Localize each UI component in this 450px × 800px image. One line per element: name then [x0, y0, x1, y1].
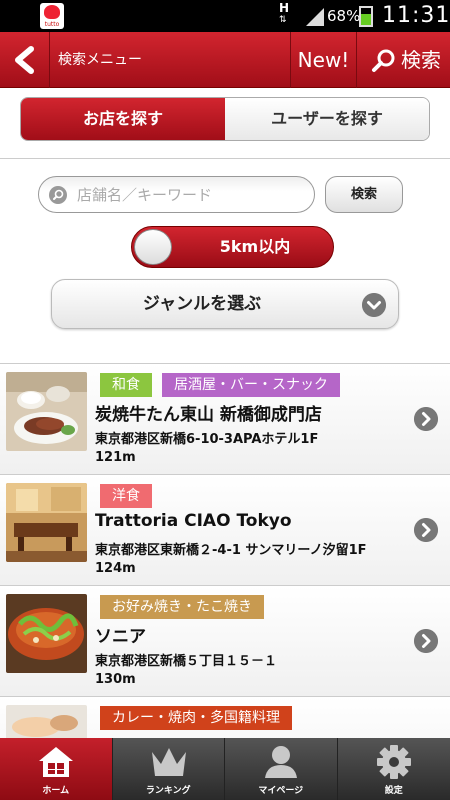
search-type-segmented-control: お店を探す ユーザーを探す [20, 97, 430, 141]
genre-tag: 居酒屋・バー・スナック [162, 373, 340, 397]
shop-name: ソニア [95, 627, 146, 647]
tab-mypage[interactable]: マイページ [225, 738, 338, 800]
header-search-button[interactable]: 検索 [356, 32, 450, 88]
genre-tags: 洋食 [100, 484, 152, 508]
shop-photo [6, 594, 87, 673]
back-button[interactable] [0, 32, 50, 88]
tab-label: ホーム [42, 786, 70, 796]
shop-name: Trattoria CIAO Tokyo [95, 511, 292, 531]
back-arrow-icon [15, 46, 34, 74]
person-icon [265, 746, 297, 778]
tab-home[interactable]: ホーム [0, 738, 113, 800]
search-input[interactable] [77, 181, 307, 209]
distance-label: 5km以内 [219, 237, 291, 256]
genre-select-label: ジャンルを選ぶ [142, 294, 262, 314]
tab-label: ランキング [145, 786, 191, 796]
app-icon-label: tutto [44, 21, 60, 28]
genre-tag: 洋食 [100, 484, 152, 508]
data-transfer-icon: ⇅ [279, 15, 287, 25]
tab-ranking[interactable]: ランキング [112, 738, 225, 800]
genre-tag: お好み焼き・たこ焼き [100, 595, 264, 619]
tab-settings[interactable]: 設定 [337, 738, 450, 800]
shop-address: 東京都港区新橋５丁目１５－１ [95, 654, 278, 669]
genre-select[interactable]: ジャンルを選ぶ [51, 279, 399, 329]
signal-icon [306, 8, 324, 26]
bottom-tab-bar: ホーム ランキング マイページ 設定 [0, 738, 450, 800]
search-icon [49, 186, 67, 204]
result-row[interactable]: 洋食 Trattoria CIAO Tokyo 東京都港区東新橋２-4-1 サン… [0, 475, 450, 586]
shop-name: 炭焼牛たん東山 新橋御成門店 [95, 405, 322, 425]
chevron-right-icon [414, 518, 438, 542]
chevron-right-icon [414, 629, 438, 653]
battery-percent: 68% [327, 7, 361, 25]
shop-distance: 121m [95, 450, 136, 465]
search-submit-button[interactable]: 検索 [325, 176, 403, 213]
shop-distance: 124m [95, 561, 136, 576]
result-row[interactable]: お好み焼き・たこ焼き ソニア 東京都港区新橋５丁目１５－１ 130m [0, 586, 450, 697]
shop-address: 東京都港区東新橋２-4-1 サンマリーノ汐留1F [95, 543, 367, 558]
page-title: 検索メニュー [58, 52, 142, 68]
header-search-label: 検索 [401, 48, 441, 72]
home-icon [39, 747, 73, 777]
tab-find-users[interactable]: ユーザーを探す [225, 98, 429, 140]
battery-icon [359, 6, 373, 27]
search-icon [372, 49, 395, 72]
result-row[interactable]: 和食 居酒屋・バー・スナック 炭焼牛たん東山 新橋御成門店 東京都港区新橋6-1… [0, 364, 450, 475]
genre-tag: カレー・焼肉・多国籍料理 [100, 706, 292, 730]
status-bar: tutto H ⇅ 68% 11:31 [0, 0, 450, 32]
chevron-down-icon [362, 293, 386, 317]
gear-icon [376, 745, 411, 779]
genre-tags: 和食 居酒屋・バー・スナック [100, 373, 340, 397]
genre-tags: カレー・焼肉・多国籍料理 [100, 706, 292, 730]
app-notification-icon: tutto [40, 3, 64, 29]
genre-tags: お好み焼き・たこ焼き [100, 595, 264, 619]
tab-label: 設定 [384, 786, 403, 796]
tab-find-shops[interactable]: お店を探す [21, 98, 225, 140]
distance-toggle[interactable]: 5km以内 [131, 226, 334, 268]
shop-photo [6, 483, 87, 562]
network-type: H [279, 1, 290, 15]
app-header: 検索メニュー New! 検索 [0, 32, 450, 88]
shop-address: 東京都港区新橋6-10-3APAホテル1F [95, 432, 319, 447]
shop-photo [6, 372, 87, 451]
crown-icon [151, 748, 186, 776]
search-field [38, 176, 315, 213]
chevron-right-icon [414, 407, 438, 431]
shop-distance: 130m [95, 672, 136, 687]
divider [0, 158, 450, 159]
clock: 11:31 [382, 3, 450, 28]
tab-label: マイページ [258, 786, 304, 796]
genre-tag: 和食 [100, 373, 152, 397]
toggle-knob[interactable] [134, 229, 172, 265]
new-button[interactable]: New! [290, 32, 356, 88]
